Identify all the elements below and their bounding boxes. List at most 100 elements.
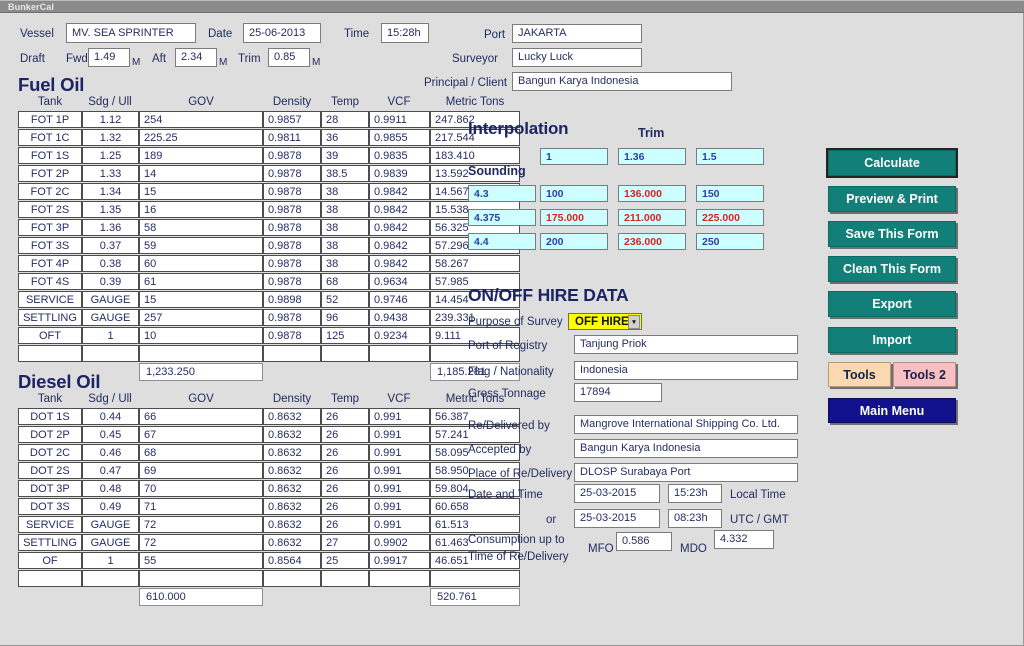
redelivered-input[interactable]: Mangrove International Shipping Co. Ltd. [574,415,798,434]
cell-sdg-ull[interactable]: 0.38 [82,255,139,272]
cell-sdg-ull[interactable]: 1 [82,552,139,569]
cell-vcf[interactable] [369,345,430,362]
interpolation-sounding-value[interactable]: 4.3 [468,185,536,202]
import-button[interactable]: Import [828,327,956,353]
cell-sdg-ull[interactable]: 1.36 [82,219,139,236]
cell-sdg-ull[interactable]: 1 [82,327,139,344]
cell-density[interactable]: 0.8632 [263,498,321,515]
cell-density[interactable]: 0.8632 [263,408,321,425]
cell-density[interactable] [263,345,321,362]
cell-temp[interactable]: 26 [321,426,369,443]
cell-tank[interactable]: FOT 4S [18,273,82,290]
cell-tank[interactable]: FOT 3S [18,237,82,254]
calculate-button[interactable]: Calculate [826,148,958,178]
interpolation-sounding-value[interactable]: 4.375 [468,209,536,226]
mdo-input[interactable]: 4.332 [714,530,774,549]
interpolation-cell[interactable]: 136.000 [618,185,686,202]
cell-temp[interactable]: 26 [321,498,369,515]
cell-temp[interactable]: 38 [321,237,369,254]
cell-tank[interactable]: FOT 1P [18,111,82,128]
cell-temp[interactable] [321,345,369,362]
cell-vcf[interactable]: 0.9842 [369,219,430,236]
export-button[interactable]: Export [828,291,956,317]
cell-vcf[interactable]: 0.991 [369,426,430,443]
cell-temp[interactable]: 26 [321,516,369,533]
interpolation-trim-value[interactable]: 1.5 [696,148,764,165]
cell-vcf[interactable]: 0.9746 [369,291,430,308]
cell-density[interactable]: 0.9878 [263,327,321,344]
cell-temp[interactable]: 38 [321,183,369,200]
cell-temp[interactable] [321,570,369,587]
cell-temp[interactable]: 125 [321,327,369,344]
cell-tank[interactable]: FOT 1C [18,129,82,146]
interpolation-sounding-value[interactable]: 4.4 [468,233,536,250]
cell-gov[interactable]: 15 [139,183,263,200]
cell-gov[interactable]: 189 [139,147,263,164]
cell-sdg-ull[interactable] [82,570,139,587]
cell-tank[interactable]: SETTLING [18,309,82,326]
cell-sdg-ull[interactable]: 0.37 [82,237,139,254]
place-input[interactable]: DLOSP Surabaya Port [574,463,798,482]
cell-density[interactable]: 0.9878 [263,309,321,326]
surveyor-input[interactable]: Lucky Luck [512,48,642,67]
cell-temp[interactable]: 38.5 [321,165,369,182]
cell-temp[interactable]: 39 [321,147,369,164]
cell-vcf[interactable]: 0.9234 [369,327,430,344]
cell-vcf[interactable]: 0.9911 [369,111,430,128]
cell-sdg-ull[interactable]: 1.25 [82,147,139,164]
utc-date-input[interactable]: 25-03-2015 [574,509,660,528]
cell-sdg-ull[interactable]: 0.49 [82,498,139,515]
vessel-input[interactable]: MV. SEA SPRINTER [66,23,196,43]
cell-gov[interactable]: 71 [139,498,263,515]
cell-vcf[interactable]: 0.991 [369,480,430,497]
cell-gov[interactable]: 55 [139,552,263,569]
cell-vcf[interactable]: 0.991 [369,444,430,461]
cell-gov[interactable]: 72 [139,516,263,533]
cell-vcf[interactable]: 0.9835 [369,147,430,164]
flag-input[interactable]: Indonesia [574,361,798,380]
local-date-input[interactable]: 25-03-2015 [574,484,660,503]
cell-metric-tons[interactable]: 61.513 [430,516,520,533]
cell-tank[interactable]: FOT 4P [18,255,82,272]
cell-density[interactable]: 0.8632 [263,534,321,551]
cell-tank[interactable]: SERVICE [18,291,82,308]
cell-density[interactable]: 0.8632 [263,516,321,533]
cell-sdg-ull[interactable] [82,345,139,362]
principal-input[interactable]: Bangun Karya Indonesia [512,72,732,91]
cell-sdg-ull[interactable]: GAUGE [82,534,139,551]
cell-gov[interactable]: 16 [139,201,263,218]
cell-gov[interactable]: 67 [139,426,263,443]
cell-temp[interactable]: 38 [321,201,369,218]
cell-density[interactable]: 0.8632 [263,444,321,461]
time-input[interactable]: 15:28h [381,23,429,43]
cell-gov[interactable]: 225.25 [139,129,263,146]
cell-temp[interactable]: 26 [321,462,369,479]
cell-sdg-ull[interactable]: 0.47 [82,462,139,479]
cell-tank[interactable] [18,345,82,362]
cell-density[interactable]: 0.9878 [263,255,321,272]
interpolation-cell[interactable]: 150 [696,185,764,202]
date-input[interactable]: 25-06-2013 [243,23,321,43]
main-menu-button[interactable]: Main Menu [828,398,956,423]
cell-tank[interactable]: FOT 1S [18,147,82,164]
cell-density[interactable]: 0.9857 [263,111,321,128]
gross-tonnage-input[interactable]: 17894 [574,383,662,402]
cell-sdg-ull[interactable]: 1.12 [82,111,139,128]
aft-draft-input[interactable]: 2.34 [175,48,217,67]
cell-metric-tons[interactable] [430,570,520,587]
cell-gov[interactable]: 68 [139,444,263,461]
cell-density[interactable]: 0.9878 [263,147,321,164]
cell-vcf[interactable]: 0.9917 [369,552,430,569]
cell-sdg-ull[interactable]: GAUGE [82,291,139,308]
cell-gov[interactable]: 15 [139,291,263,308]
cell-density[interactable]: 0.8632 [263,462,321,479]
cell-tank[interactable]: FOT 2S [18,201,82,218]
cell-sdg-ull[interactable]: 1.35 [82,201,139,218]
cell-gov[interactable]: 59 [139,237,263,254]
chevron-down-icon[interactable]: ▾ [628,315,640,329]
cell-tank[interactable]: FOT 2P [18,165,82,182]
cell-vcf[interactable]: 0.991 [369,516,430,533]
trim-input[interactable]: 0.85 [268,48,310,67]
cell-density[interactable]: 0.9811 [263,129,321,146]
cell-gov[interactable]: 61 [139,273,263,290]
